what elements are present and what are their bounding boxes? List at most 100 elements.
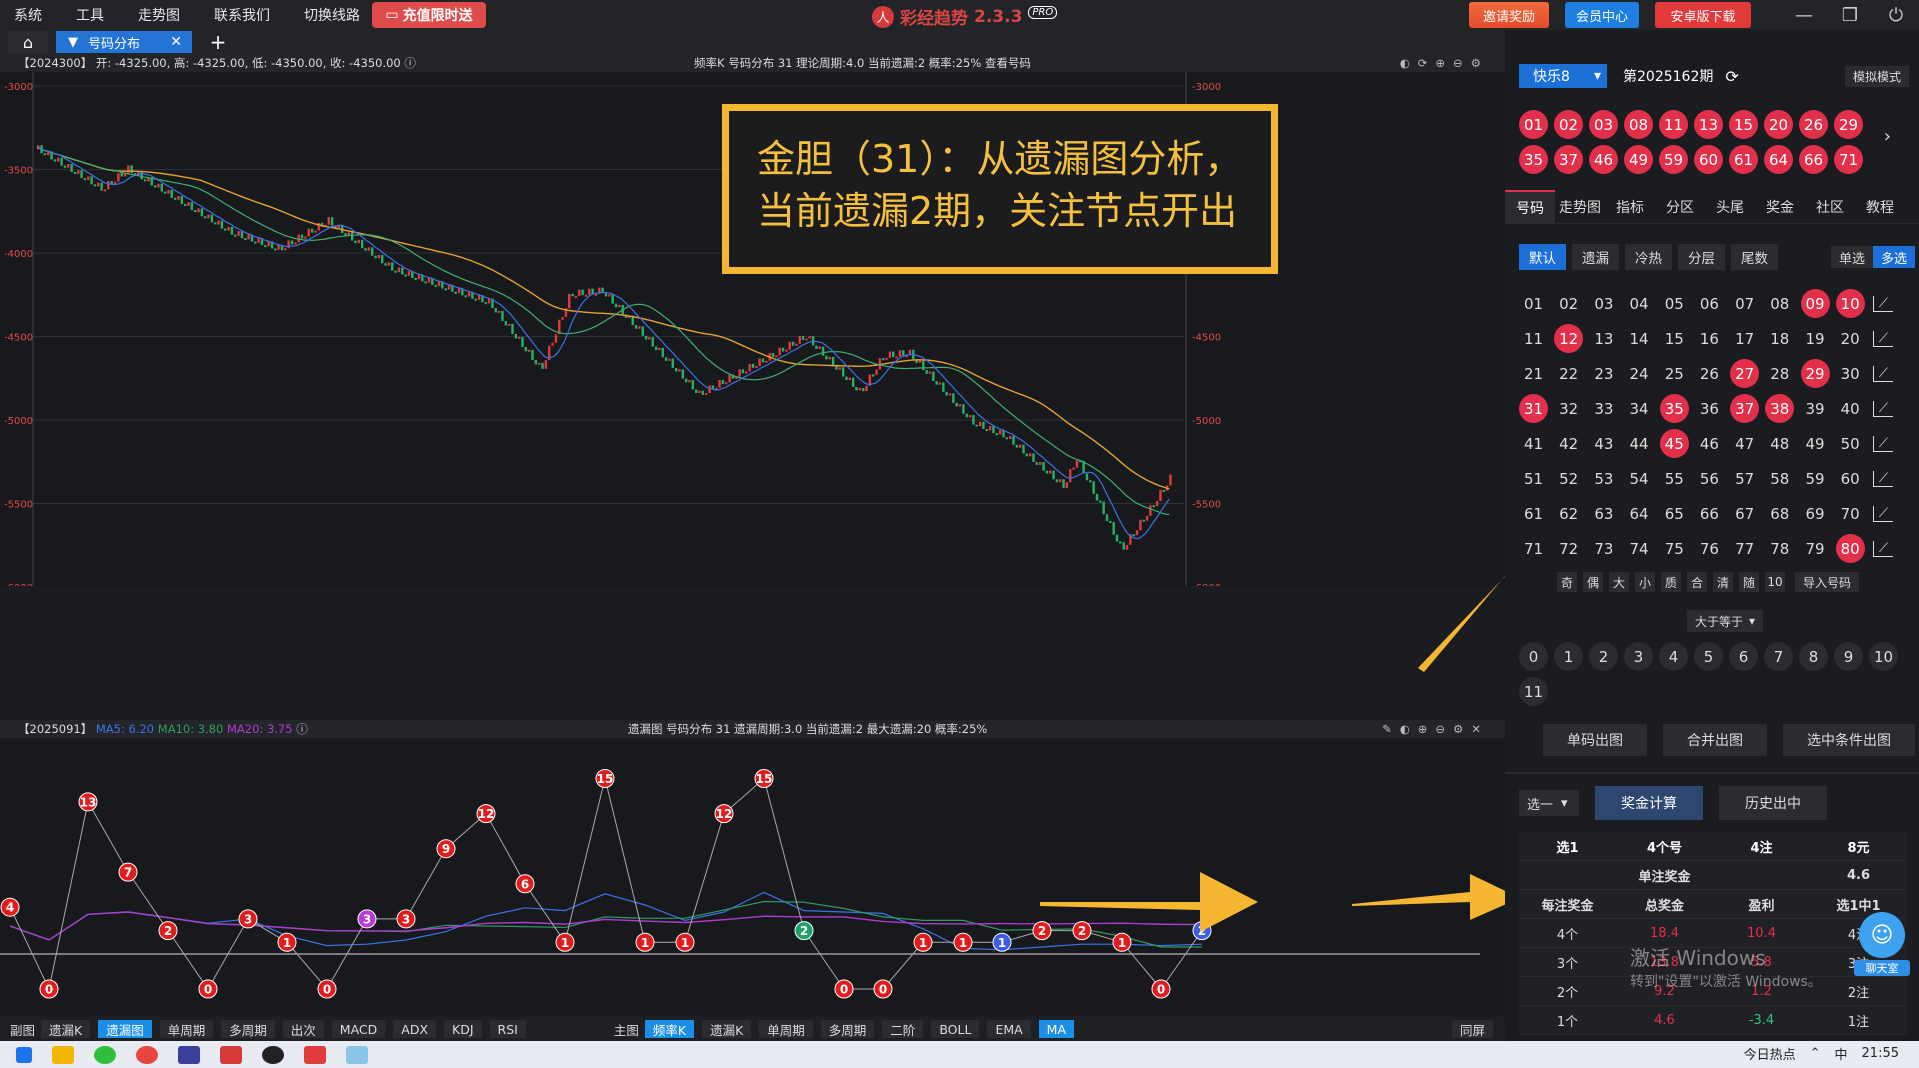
quick-ten[interactable]: 10 [1765,572,1785,592]
omission-controls[interactable]: ✎◐⊕⊖⚙✕ [1382,722,1489,736]
file-explorer-icon[interactable] [52,1045,74,1064]
close-icon[interactable]: ✕ [170,34,182,50]
notepad-icon[interactable] [346,1045,368,1064]
number-35[interactable]: 35 [1659,394,1689,423]
trend-chart-icon[interactable]: ⟋ [1872,435,1893,452]
main-btn-boll[interactable]: BOLL [931,1020,980,1038]
windows-start-icon[interactable] [16,1046,32,1063]
single-code-chart-button[interactable]: 单码出图 [1543,724,1647,756]
home-icon[interactable]: ⌂ [8,31,48,53]
number-60[interactable]: 60 [1836,464,1865,493]
sub-btn-kdj[interactable]: KDJ [444,1020,482,1038]
number-15[interactable]: 15 [1660,324,1689,353]
ge-select[interactable]: 大于等于 ▾ [1687,610,1763,632]
number-39[interactable]: 39 [1801,394,1830,423]
language-indicator[interactable]: 中 [1835,1044,1848,1063]
mode-layer[interactable]: 分层 [1678,244,1725,270]
number-53[interactable]: 53 [1589,464,1618,493]
number-75[interactable]: 75 [1660,534,1689,563]
main-btn-single-cycle[interactable]: 单周期 [759,1020,813,1038]
count-5[interactable]: 5 [1694,642,1723,671]
side-tab-head-tail[interactable]: 头尾 [1705,197,1755,217]
sub-btn-omission-k[interactable]: 遗漏K [41,1020,91,1038]
number-61[interactable]: 61 [1519,499,1548,528]
menu-switch-line[interactable]: 切换线路 [304,5,360,25]
number-34[interactable]: 34 [1625,394,1654,423]
number-73[interactable]: 73 [1589,534,1618,563]
number-45[interactable]: 45 [1659,429,1689,458]
number-26[interactable]: 26 [1695,359,1724,388]
sim-mode-button[interactable]: 模拟模式 [1844,66,1909,87]
number-72[interactable]: 72 [1554,534,1583,563]
quick-odd[interactable]: 奇 [1557,572,1577,592]
number-41[interactable]: 41 [1519,429,1548,458]
restore-icon[interactable]: ❐ [1827,5,1873,26]
number-63[interactable]: 63 [1589,499,1618,528]
number-79[interactable]: 79 [1801,534,1830,563]
sub-btn-single-cycle[interactable]: 单周期 [159,1020,214,1038]
main-btn-second-order[interactable]: 二阶 [882,1020,924,1038]
quick-clear[interactable]: 清 [1713,572,1733,592]
trend-chart-icon[interactable]: ⟋ [1872,540,1893,557]
number-44[interactable]: 44 [1625,429,1654,458]
qq-icon[interactable] [262,1045,284,1064]
number-25[interactable]: 25 [1660,359,1689,388]
add-tab-icon[interactable]: + [204,30,232,54]
number-13[interactable]: 13 [1589,324,1618,353]
mode-hot-cold[interactable]: 冷热 [1625,244,1672,270]
chart-controls[interactable]: ◐⟳⊕⊖⚙ [1400,56,1489,70]
number-04[interactable]: 04 [1625,289,1654,318]
number-67[interactable]: 67 [1730,499,1759,528]
count-1[interactable]: 1 [1554,642,1583,671]
number-74[interactable]: 74 [1625,534,1654,563]
trend-chart-icon[interactable]: ⟋ [1872,470,1893,487]
hot-news[interactable]: 今日热点 [1744,1044,1796,1063]
side-tab-zone[interactable]: 分区 [1655,197,1705,217]
count-8[interactable]: 8 [1799,642,1828,671]
number-11[interactable]: 11 [1519,324,1548,353]
count-9[interactable]: 9 [1834,642,1863,671]
menu-system[interactable]: 系统 [14,5,42,25]
single-select-button[interactable]: 单选 [1830,246,1873,268]
number-08[interactable]: 08 [1765,289,1794,318]
side-tab-trend[interactable]: 走势图 [1555,197,1605,217]
count-11[interactable]: 11 [1519,677,1548,706]
chrome-icon[interactable] [136,1045,158,1064]
condition-chart-button[interactable]: 选中条件出图 [1783,724,1915,756]
power-icon[interactable]: ⏻ [1873,5,1919,26]
count-4[interactable]: 4 [1659,642,1688,671]
tab-number-distribution[interactable]: ▼ 号码分布 ✕ [56,31,192,53]
number-10[interactable]: 10 [1835,289,1865,318]
trend-chart-icon[interactable]: ⟋ [1872,365,1893,382]
number-68[interactable]: 68 [1765,499,1794,528]
wps-icon[interactable] [178,1045,200,1064]
side-tab-prize[interactable]: 奖金 [1755,197,1805,217]
number-23[interactable]: 23 [1589,359,1618,388]
number-76[interactable]: 76 [1695,534,1724,563]
main-btn-ma[interactable]: MA [1038,1020,1075,1038]
import-numbers-button[interactable]: 导入号码 [1795,572,1860,592]
app-taskbar-icon[interactable] [220,1045,242,1064]
number-49[interactable]: 49 [1801,429,1830,458]
number-31[interactable]: 31 [1519,394,1548,423]
trend-chart-icon[interactable]: ⟋ [1872,295,1893,312]
quick-even[interactable]: 偶 [1583,572,1603,592]
number-62[interactable]: 62 [1554,499,1583,528]
main-btn-frequency-k[interactable]: 频率K [644,1020,695,1038]
sub-btn-rsi[interactable]: RSI [489,1020,526,1038]
sub-btn-macd[interactable]: MACD [331,1020,386,1038]
number-07[interactable]: 07 [1730,289,1759,318]
wps-office-icon[interactable] [304,1045,326,1064]
sub-btn-occurrence[interactable]: 出次 [282,1020,324,1038]
side-tab-tutorial[interactable]: 教程 [1855,197,1905,217]
count-2[interactable]: 2 [1589,642,1618,671]
number-14[interactable]: 14 [1625,324,1654,353]
number-09[interactable]: 09 [1800,289,1830,318]
member-center-button[interactable]: 会员中心 [1565,2,1639,28]
chevron-right-icon[interactable]: › [1884,126,1891,147]
sub-btn-multi-cycle[interactable]: 多周期 [221,1020,275,1038]
number-64[interactable]: 64 [1625,499,1654,528]
number-71[interactable]: 71 [1519,534,1548,563]
number-57[interactable]: 57 [1730,464,1759,493]
side-tab-number[interactable]: 号码 [1505,189,1555,224]
